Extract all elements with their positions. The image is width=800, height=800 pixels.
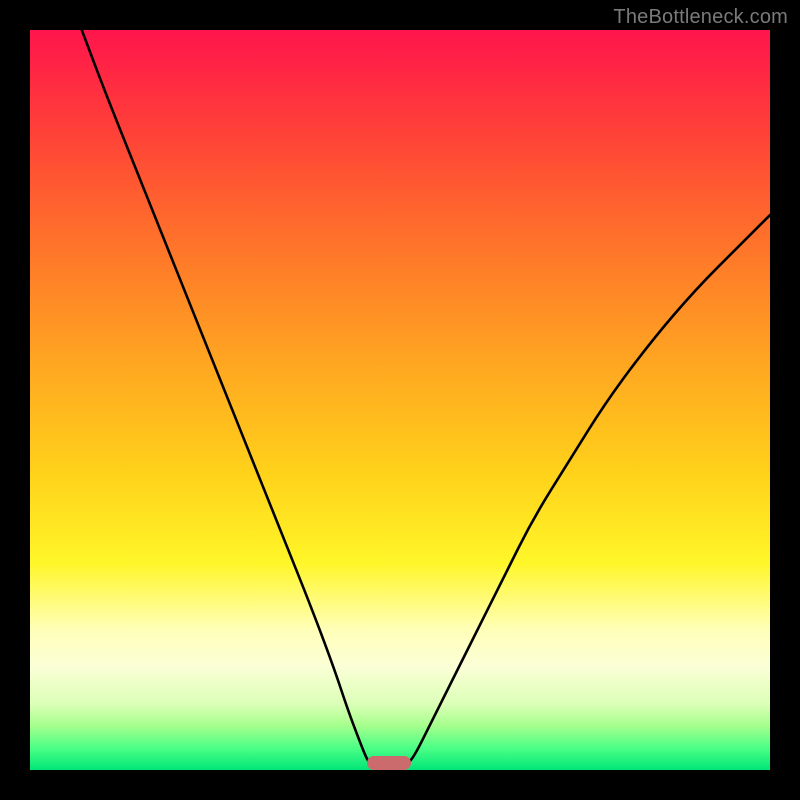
- plot-area: [30, 30, 770, 770]
- chart-frame: TheBottleneck.com: [0, 0, 800, 800]
- minimum-marker: [367, 756, 411, 770]
- bottleneck-curve: [30, 30, 770, 770]
- watermark-text: TheBottleneck.com: [613, 6, 788, 29]
